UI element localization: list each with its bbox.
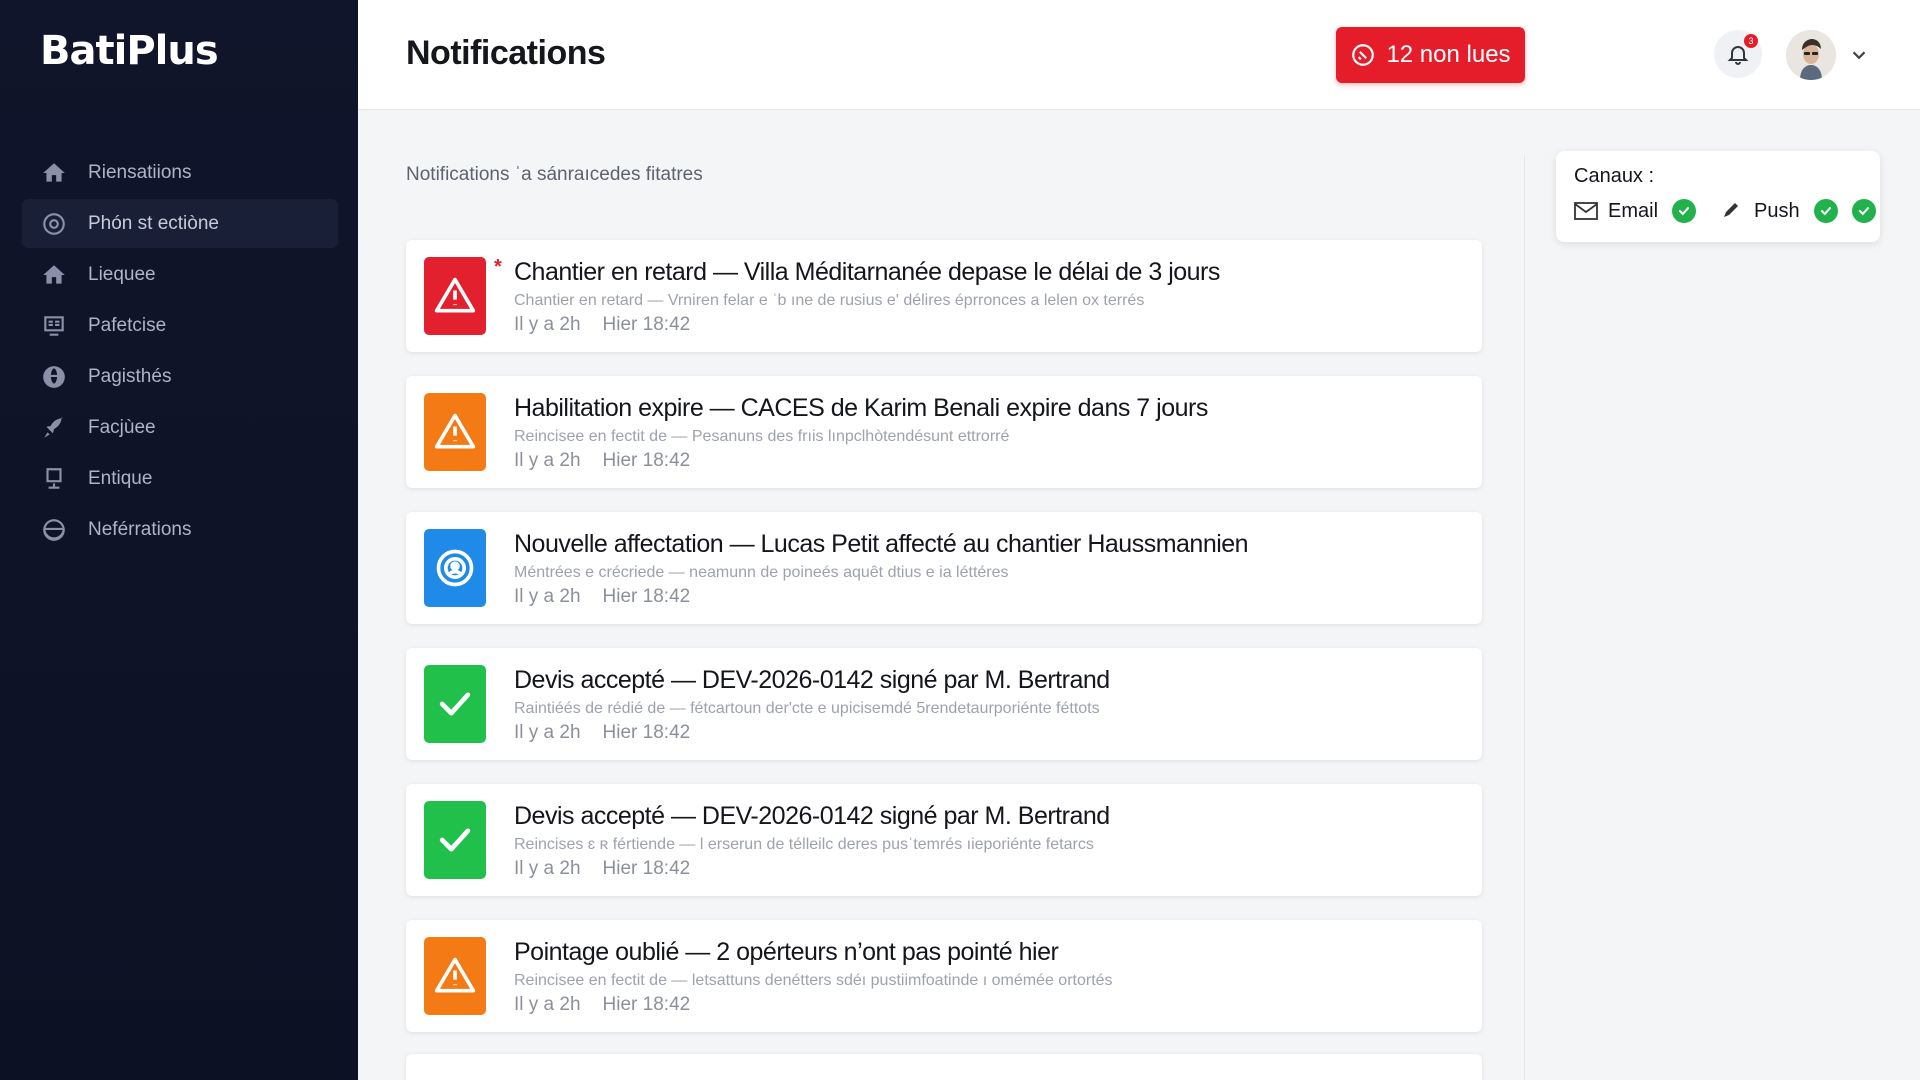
notification-time: Il y a 2h Hier 18:42 [514, 314, 690, 336]
easel-icon [40, 465, 68, 493]
sidebar-item-8[interactable]: Neférrations [22, 505, 338, 554]
sidebar-item-6[interactable]: Facjùee [22, 403, 338, 452]
gear-circle-icon [40, 210, 68, 238]
channels-card: Canaux : Email Push [1556, 151, 1880, 242]
sidebar-item-5[interactable]: Pagisthés [22, 352, 338, 401]
sidebar-item-label: Neférrations [88, 518, 192, 540]
notification-title: Devis accepté — DEV-2026-0142 signé par … [514, 666, 1110, 694]
notification-item[interactable]: Devis accepté — DEV-2026-0142 signé par … [406, 648, 1482, 760]
notification-item[interactable]: * Chantier en retard — Villa Méditarnané… [406, 240, 1482, 352]
timestamp: Hier 18:42 [602, 858, 691, 879]
warning-icon [424, 257, 486, 335]
time-ago: Il y a 2h [514, 994, 581, 1015]
notification-description: Reincisee en fectit de — Pesanuns des fr… [514, 428, 1010, 445]
globe-icon [40, 516, 68, 544]
sidebar-item-label: Pagisthés [88, 365, 172, 387]
channel-email[interactable]: Email [1574, 199, 1697, 223]
time-ago: Il y a 2h [514, 314, 581, 335]
top-header: Notifications 12 non lues 3 [358, 0, 1920, 110]
pencil-icon [1724, 203, 1738, 217]
sidebar-nav: Riensatiions Phón st ectiòne Liequee Paf… [22, 148, 338, 556]
avatar-portrait [1786, 30, 1836, 80]
check-circle-icon[interactable] [1672, 199, 1697, 223]
notification-description: Reincises ɛ ʀ fértiende — l erserun de t… [514, 836, 1094, 853]
page-title: Notifications [406, 34, 606, 72]
notification-title: Pointage oublié — 2 opérteurs n’ont pas … [514, 938, 1059, 966]
timestamp: Hier 18:42 [602, 722, 691, 743]
time-ago: Il y a 2h [514, 858, 581, 879]
sidebar-item-7[interactable]: Entique [22, 454, 338, 503]
notification-title: Chantier en retard — Villa Méditarnanée … [514, 258, 1220, 286]
assignment-icon [424, 529, 486, 607]
grid-board-icon [40, 312, 68, 340]
notifications-bell-button[interactable]: 3 [1714, 30, 1762, 78]
notification-description: Reincisee en fectit de — letsattuns dené… [514, 972, 1113, 989]
channel-email-label: Email [1608, 199, 1659, 222]
envelope-icon [1574, 202, 1598, 220]
globe-person-icon [40, 363, 68, 391]
home-icon [40, 159, 68, 187]
notification-time: Il y a 2h Hier 18:42 [514, 858, 690, 880]
brand-logo[interactable]: BatiPlus [40, 28, 219, 74]
column-divider [1524, 155, 1525, 1080]
bell-count-badge: 3 [1744, 34, 1758, 48]
filter-caption: Notifications ˈa sánraıcedes fitatres [406, 164, 703, 185]
sidebar-item-1[interactable]: Riensatiions [22, 148, 338, 197]
sidebar: BatiPlus Riensatiions Phón st ectiòne Li… [0, 0, 358, 1080]
notification-title: Devis accepté — DEV-2026-0142 signé par … [514, 802, 1110, 830]
sidebar-item-label: Riensatiions [88, 161, 192, 183]
sidebar-item-2[interactable]: Phón st ectiòne [22, 199, 338, 248]
sidebar-item-3[interactable]: Liequee [22, 250, 338, 299]
check-circle-icon[interactable] [1851, 199, 1876, 223]
check-icon [424, 665, 486, 743]
notification-time: Il y a 2h Hier 18:42 [514, 722, 690, 744]
notification-item[interactable]: Devis accepté — DEV-2026-0142 signé par … [406, 784, 1482, 896]
sidebar-item-label: Liequee [88, 263, 156, 285]
unread-count-button[interactable]: 12 non lues [1336, 27, 1525, 83]
warning-icon [424, 937, 486, 1015]
unread-marker: * [494, 256, 502, 278]
user-avatar[interactable] [1786, 30, 1836, 80]
notification-description: Méntrées e crécriede — neamunn de poineé… [514, 564, 1009, 581]
notification-description: Chantier en retard — Vrniren felar e ˈb … [514, 292, 1145, 309]
time-ago: Il y a 2h [514, 586, 581, 607]
notification-time: Il y a 2h Hier 18:42 [514, 450, 690, 472]
rocket-icon [40, 414, 68, 442]
warning-icon [424, 393, 486, 471]
bell-ring-icon [1352, 44, 1375, 66]
notification-description: Raintiéés de rédié de — fétcartoun der'c… [514, 700, 1100, 717]
sidebar-item-label: Facjùee [88, 416, 156, 438]
notification-title: Habilitation expire — CACES de Karim Ben… [514, 394, 1208, 422]
channels-title: Canaux : [1574, 165, 1655, 187]
notification-item-partial[interactable] [406, 1054, 1482, 1080]
chevron-down-icon[interactable] [1848, 44, 1870, 66]
notification-time: Il y a 2h Hier 18:42 [514, 994, 690, 1016]
notification-item[interactable]: Nouvelle affectation — Lucas Petit affec… [406, 512, 1482, 624]
check-circle-icon[interactable] [1813, 199, 1838, 223]
notification-item[interactable]: Habilitation expire — CACES de Karim Ben… [406, 376, 1482, 488]
sidebar-item-label: Pafetcise [88, 314, 167, 336]
timestamp: Hier 18:42 [602, 994, 691, 1015]
time-ago: Il y a 2h [514, 722, 581, 743]
timestamp: Hier 18:42 [602, 586, 691, 607]
channel-push-label: Push [1754, 199, 1800, 222]
time-ago: Il y a 2h [514, 450, 581, 471]
check-icon [424, 801, 486, 879]
timestamp: Hier 18:42 [602, 450, 691, 471]
notification-title: Nouvelle affectation — Lucas Petit affec… [514, 530, 1249, 558]
timestamp: Hier 18:42 [602, 314, 691, 335]
unread-count-label: 12 non lues [1386, 41, 1511, 68]
channel-push[interactable]: Push [1720, 199, 1876, 223]
sidebar-item-label: Entique [88, 467, 153, 489]
notification-time: Il y a 2h Hier 18:42 [514, 586, 690, 608]
home-icon [40, 261, 68, 289]
sidebar-item-4[interactable]: Pafetcise [22, 301, 338, 350]
notification-item[interactable]: Pointage oublié — 2 opérteurs n’ont pas … [406, 920, 1482, 1032]
sidebar-item-label: Phón st ectiòne [88, 212, 219, 234]
